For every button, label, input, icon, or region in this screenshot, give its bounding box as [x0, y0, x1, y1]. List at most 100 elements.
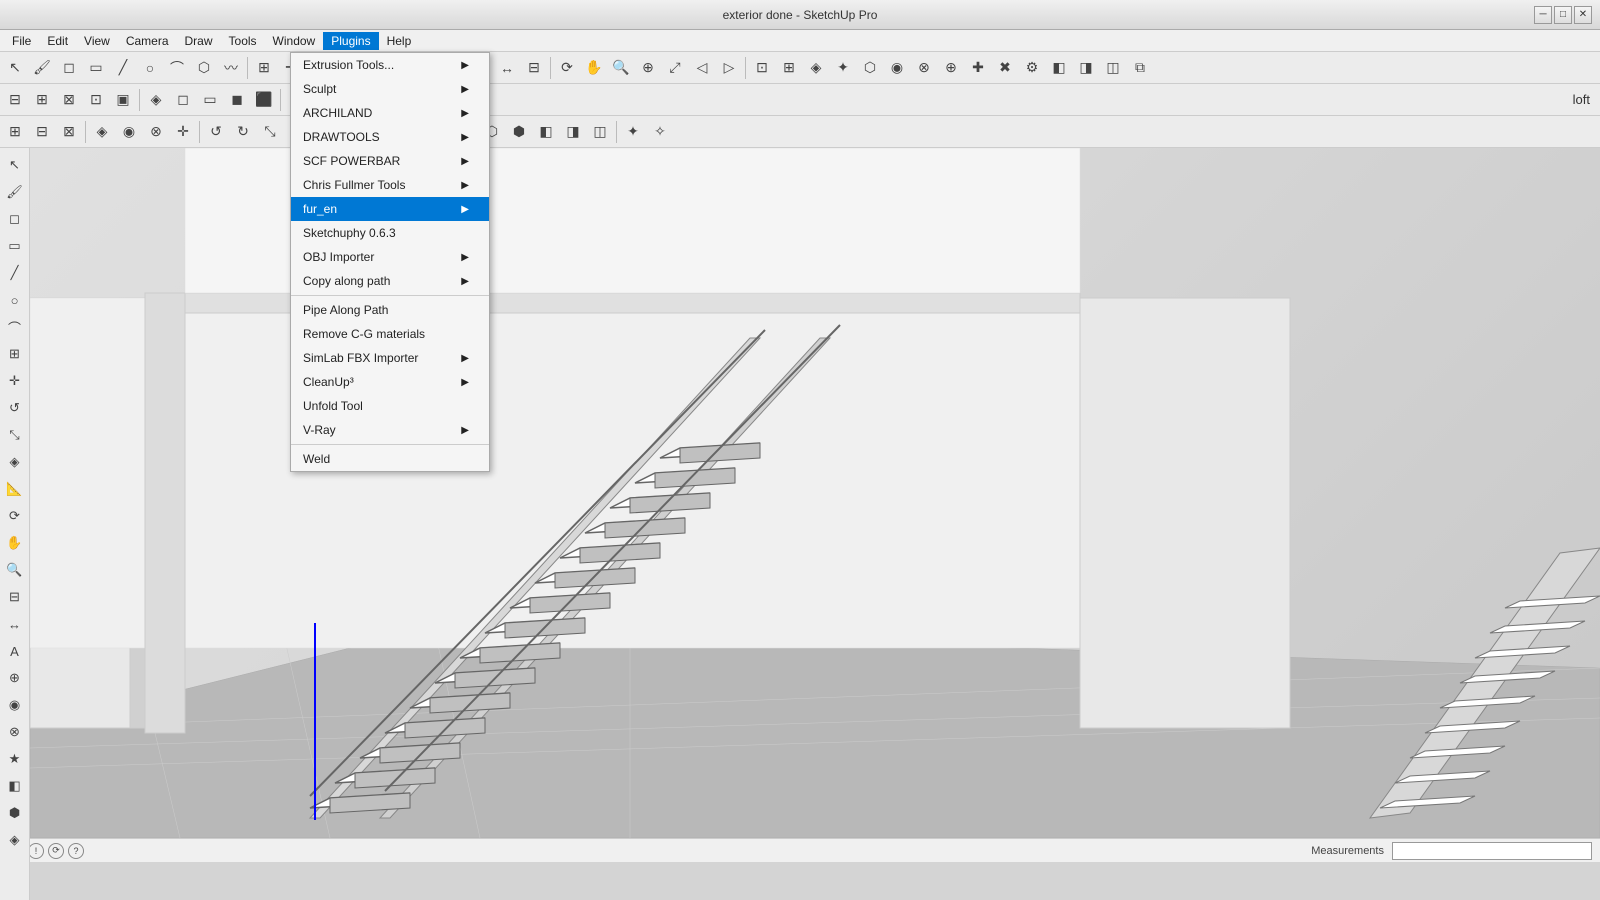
t3-btn7[interactable]: ✛ [170, 119, 196, 145]
shaded-mode[interactable]: ◼ [224, 87, 250, 113]
viewport[interactable]: MC [30, 148, 1600, 838]
menu-edit[interactable]: Edit [39, 32, 76, 50]
t3-btn6[interactable]: ⊗ [143, 119, 169, 145]
menu-plugins[interactable]: Plugins [323, 32, 378, 50]
tool-extra-6[interactable]: ◉ [884, 55, 910, 81]
menu-view[interactable]: View [76, 32, 118, 50]
menu-obj-importer[interactable]: OBJ Importer ▶ [291, 245, 489, 269]
rect-tool[interactable]: ▭ [83, 55, 109, 81]
xray-mode[interactable]: ◈ [143, 87, 169, 113]
menu-copy-along-path[interactable]: Copy along path ▶ [291, 269, 489, 293]
menu-archiland[interactable]: ARCHILAND ▶ [291, 101, 489, 125]
prev-view[interactable]: ◁ [689, 55, 715, 81]
tool-extra-5[interactable]: ⬡ [857, 55, 883, 81]
menu-simlab-fbx[interactable]: SimLab FBX Importer ▶ [291, 346, 489, 370]
t3-btn5[interactable]: ◉ [116, 119, 142, 145]
t3-btn1[interactable]: ⊞ [2, 119, 28, 145]
zoom-tool[interactable]: 🔍 [608, 55, 634, 81]
status-icon-4[interactable]: ? [68, 843, 84, 859]
menu-pipe-along-path[interactable]: Pipe Along Path [291, 298, 489, 322]
menu-draw[interactable]: Draw [177, 32, 221, 50]
tool-extra-9[interactable]: ✚ [965, 55, 991, 81]
menu-cleanup[interactable]: CleanUp³ ▶ [291, 370, 489, 394]
lt-pan[interactable]: ✋ [2, 530, 28, 556]
t3-btn2[interactable]: ⊟ [29, 119, 55, 145]
menu-camera[interactable]: Camera [118, 32, 177, 50]
lt-extra4[interactable]: ◧ [2, 773, 28, 799]
view-back[interactable]: ▣ [110, 87, 136, 113]
menu-extrusion-tools[interactable]: Extrusion Tools... ▶ [291, 53, 489, 77]
tool-extra-14[interactable]: ◫ [1100, 55, 1126, 81]
select-tool[interactable]: ↖ [2, 55, 28, 81]
eraser-tool[interactable]: ◻ [56, 55, 82, 81]
arc-tool[interactable]: ⌒ [164, 55, 190, 81]
lt-select[interactable]: ↖ [2, 152, 28, 178]
paint-tool[interactable]: 🖌 [29, 55, 55, 81]
circle-tool[interactable]: ○ [137, 55, 163, 81]
tool-extra-1[interactable]: ⊡ [749, 55, 775, 81]
tool-extra-2[interactable]: ⊞ [776, 55, 802, 81]
view-front[interactable]: ⊠ [56, 87, 82, 113]
tool-extra-10[interactable]: ✖ [992, 55, 1018, 81]
view-top[interactable]: ⊞ [29, 87, 55, 113]
close-button[interactable]: ✕ [1574, 6, 1592, 24]
tool-extra-7[interactable]: ⊗ [911, 55, 937, 81]
menu-vray[interactable]: V-Ray ▶ [291, 418, 489, 442]
t3-btn21[interactable]: ◨ [560, 119, 586, 145]
lt-orbit[interactable]: ⟳ [2, 503, 28, 529]
zoom-fit-tool[interactable]: ⤢ [662, 55, 688, 81]
t3-btn8[interactable]: ↺ [203, 119, 229, 145]
tool-extra-15[interactable]: ⧉ [1127, 55, 1153, 81]
menu-sculpt[interactable]: Sculpt ▶ [291, 77, 489, 101]
menu-remove-cg-materials[interactable]: Remove C-G materials [291, 322, 489, 346]
menu-file[interactable]: File [4, 32, 39, 50]
lt-extra5[interactable]: ⬢ [2, 800, 28, 826]
measurements-input[interactable] [1392, 842, 1592, 860]
lt-rect[interactable]: ▭ [2, 233, 28, 259]
status-icon-2[interactable]: ! [28, 843, 44, 859]
tool-extra-3[interactable]: ◈ [803, 55, 829, 81]
lt-section[interactable]: ⊟ [2, 584, 28, 610]
view-right[interactable]: ⊡ [83, 87, 109, 113]
lt-paint[interactable]: 🖌 [2, 179, 28, 205]
menu-unfold-tool[interactable]: Unfold Tool [291, 394, 489, 418]
tool-extra-11[interactable]: ⚙ [1019, 55, 1045, 81]
lt-extra2[interactable]: ⊗ [2, 719, 28, 745]
tool-extra-4[interactable]: ✦ [830, 55, 856, 81]
line-tool[interactable]: ╱ [110, 55, 136, 81]
lt-extra6[interactable]: ◈ [2, 827, 28, 853]
lt-eraser[interactable]: ◻ [2, 206, 28, 232]
pan-tool[interactable]: ✋ [581, 55, 607, 81]
t3-btn24[interactable]: ✧ [647, 119, 673, 145]
lt-pushpull[interactable]: ⊞ [2, 341, 28, 367]
lt-line[interactable]: ╱ [2, 260, 28, 286]
maximize-button[interactable]: □ [1554, 6, 1572, 24]
lt-text[interactable]: A [2, 638, 28, 664]
lt-extra1[interactable]: ◉ [2, 692, 28, 718]
menu-sketchuphy[interactable]: Sketchuphy 0.6.3 [291, 221, 489, 245]
t3-btn23[interactable]: ✦ [620, 119, 646, 145]
lt-move[interactable]: ✛ [2, 368, 28, 394]
lt-dimension[interactable]: ↔ [2, 611, 28, 637]
freehand-tool[interactable]: 〰 [218, 55, 244, 81]
t3-btn4[interactable]: ◈ [89, 119, 115, 145]
menu-tools[interactable]: Tools [221, 32, 265, 50]
t3-btn3[interactable]: ⊠ [56, 119, 82, 145]
menu-window[interactable]: Window [265, 32, 324, 50]
lt-tape[interactable]: 📐 [2, 476, 28, 502]
zoom-in-tool[interactable]: ⊕ [635, 55, 661, 81]
menu-scf-powerbar[interactable]: SCF POWERBAR ▶ [291, 149, 489, 173]
hidden-line-mode[interactable]: ▭ [197, 87, 223, 113]
menu-help[interactable]: Help [379, 32, 420, 50]
tool-extra-13[interactable]: ◨ [1073, 55, 1099, 81]
lt-circle[interactable]: ○ [2, 287, 28, 313]
wireframe-mode[interactable]: ◻ [170, 87, 196, 113]
t3-btn10[interactable]: ⤡ [257, 119, 283, 145]
t3-btn20[interactable]: ◧ [533, 119, 559, 145]
status-icon-3[interactable]: ⟳ [48, 843, 64, 859]
lt-offset[interactable]: ◈ [2, 449, 28, 475]
menu-drawtools[interactable]: DRAWTOOLS ▶ [291, 125, 489, 149]
minimize-button[interactable]: ─ [1534, 6, 1552, 24]
menu-weld[interactable]: Weld [291, 447, 489, 471]
lt-extra3[interactable]: ★ [2, 746, 28, 772]
